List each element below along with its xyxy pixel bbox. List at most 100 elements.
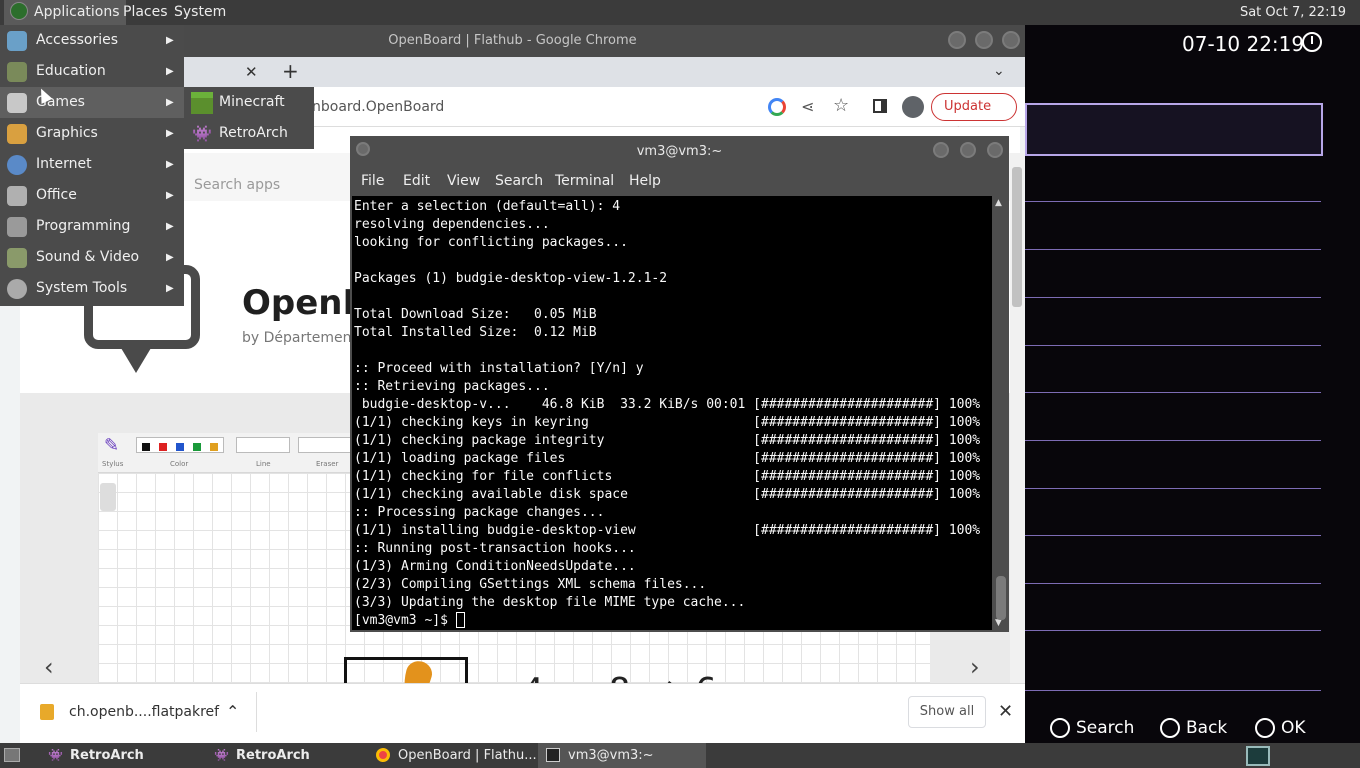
chrome-icon xyxy=(376,747,390,762)
minimize-button[interactable] xyxy=(948,31,966,49)
terminal-minimize-button[interactable] xyxy=(933,142,949,158)
programming-icon xyxy=(7,217,27,237)
retroarch-list-divider xyxy=(1025,440,1321,441)
tab-search-chevron-icon[interactable]: ⌄ xyxy=(993,63,1005,79)
taskbar-item-retroarch-2[interactable]: 👾 RetroArch xyxy=(206,743,318,768)
menu-item-programming[interactable]: Programming ▶ xyxy=(0,211,184,242)
terminal-menu-edit[interactable]: Edit xyxy=(403,173,430,189)
gamepad-button-icon xyxy=(1255,718,1275,738)
tab-close-icon[interactable]: ✕ xyxy=(245,63,258,81)
system-tools-icon xyxy=(7,279,27,299)
menu-item-sound-video[interactable]: Sound & Video ▶ xyxy=(0,242,184,273)
scroll-up-icon[interactable]: ▲ xyxy=(995,198,1002,208)
maximize-button[interactable] xyxy=(975,31,993,49)
update-button[interactable]: Update ⋮ xyxy=(931,93,1017,140)
terminal-menu-terminal[interactable]: Terminal xyxy=(555,173,614,189)
terminal-menu-view[interactable]: View xyxy=(447,173,480,189)
screenshot-side-handle xyxy=(100,483,116,511)
taskbar-item-chrome[interactable]: OpenBoard | Flathu... xyxy=(368,743,545,768)
google-lens-icon[interactable] xyxy=(768,98,786,116)
terminal-menu-search[interactable]: Search xyxy=(495,173,543,189)
color-swatch-red xyxy=(159,443,167,451)
color-label: Color xyxy=(170,460,189,468)
terminal-menu-button[interactable] xyxy=(356,142,370,156)
close-download-bar-icon[interactable]: ✕ xyxy=(998,701,1013,722)
retroarch-ok-hint[interactable]: OK xyxy=(1255,718,1306,738)
stylus-icon: ✎ xyxy=(104,435,120,456)
show-desktop-icon[interactable] xyxy=(4,748,20,762)
submenu-arrow-icon: ▶ xyxy=(166,283,174,294)
bookmark-star-icon[interactable]: ☆ xyxy=(833,95,849,116)
menu-item-games[interactable]: Games ▶ xyxy=(0,87,184,118)
stylus-label: Stylus xyxy=(102,460,124,468)
gamepad-button-icon xyxy=(1160,718,1180,738)
menu-item-education[interactable]: Education ▶ xyxy=(0,56,184,87)
retroarch-back-hint[interactable]: Back xyxy=(1160,718,1227,738)
profile-avatar[interactable] xyxy=(902,96,924,118)
terminal-maximize-button[interactable] xyxy=(960,142,976,158)
retroarch-list-divider xyxy=(1025,201,1321,202)
download-item[interactable]: ch.openb....flatpakref xyxy=(69,704,219,720)
retroarch-list-divider xyxy=(1025,392,1321,393)
system-menu[interactable]: System xyxy=(168,0,232,25)
workspace-switcher[interactable] xyxy=(1246,746,1270,766)
terminal-title-bar[interactable]: vm3@vm3:~ xyxy=(350,136,1009,167)
menu-item-office[interactable]: Office ▶ xyxy=(0,180,184,211)
line-label: Line xyxy=(256,460,271,468)
page-scrollbar-thumb[interactable] xyxy=(1012,167,1022,307)
taskbar-item-terminal[interactable]: vm3@vm3:~ xyxy=(538,743,706,768)
retroarch-list-divider xyxy=(1025,535,1321,536)
gamepad-button-icon xyxy=(1050,718,1070,738)
terminal-close-button[interactable] xyxy=(987,142,1003,158)
side-panel-icon[interactable] xyxy=(873,99,887,113)
terminal-scrollbar[interactable] xyxy=(993,196,1008,630)
file-icon xyxy=(40,704,54,720)
submenu-arrow-icon: ▶ xyxy=(166,221,174,232)
retroarch-search-hint[interactable]: Search xyxy=(1050,718,1134,738)
menu-item-graphics[interactable]: Graphics ▶ xyxy=(0,118,184,149)
search-apps-input[interactable]: Search apps xyxy=(194,177,280,193)
chevron-up-icon[interactable]: ⌃ xyxy=(226,702,239,721)
applications-dropdown: Accessories ▶ Education ▶ Games ▶ Graphics ▶… xyxy=(0,25,184,306)
education-icon xyxy=(7,62,27,82)
distro-logo-icon xyxy=(10,2,28,20)
new-tab-icon[interactable]: + xyxy=(282,59,299,83)
panel-clock[interactable]: Sat Oct 7, 22:19 xyxy=(1234,0,1352,25)
menu-item-internet[interactable]: Internet ▶ xyxy=(0,149,184,180)
submenu-arrow-icon: ▶ xyxy=(166,252,174,263)
menu-item-retroarch[interactable]: 👾 RetroArch xyxy=(184,118,314,149)
taskbar-item-retroarch[interactable]: 👾 RetroArch xyxy=(40,743,152,768)
retroarch-list-divider xyxy=(1025,630,1321,631)
terminal-scrollbar-thumb[interactable] xyxy=(996,576,1006,620)
retroarch-selected-entry[interactable] xyxy=(1025,103,1323,156)
terminal-cursor xyxy=(456,612,465,628)
eraser-label: Eraser xyxy=(316,460,339,468)
games-icon xyxy=(7,93,27,113)
close-button[interactable] xyxy=(1002,31,1020,49)
menu-item-system-tools[interactable]: System Tools ▶ xyxy=(0,273,184,304)
retroarch-list-divider xyxy=(1025,583,1321,584)
terminal-menu-help[interactable]: Help xyxy=(629,173,661,189)
places-menu[interactable]: Places xyxy=(117,0,174,25)
graphics-icon xyxy=(7,124,27,144)
retroarch-list-divider xyxy=(1025,690,1321,691)
menu-item-minecraft[interactable]: Minecraft xyxy=(184,87,314,118)
retroarch-icon: 👾 xyxy=(192,124,212,143)
address-bar[interactable]: nboard.OpenBoard xyxy=(312,99,444,115)
color-swatch-black xyxy=(142,443,150,451)
sound-video-icon xyxy=(7,248,27,268)
minecraft-icon xyxy=(191,92,213,114)
submenu-arrow-icon: ▶ xyxy=(166,97,174,108)
menu-item-accessories[interactable]: Accessories ▶ xyxy=(0,25,184,56)
submenu-arrow-icon: ▶ xyxy=(166,190,174,201)
carousel-prev-icon[interactable]: ‹ xyxy=(44,653,54,681)
carousel-next-icon[interactable]: › xyxy=(970,653,980,681)
share-icon[interactable]: ⋖ xyxy=(801,97,814,116)
retroarch-list-divider xyxy=(1025,297,1321,298)
clock-icon xyxy=(1302,32,1322,52)
show-all-button[interactable]: Show all xyxy=(908,696,986,728)
retroarch-clock: 07-10 22:19 xyxy=(1182,32,1305,56)
terminal-menu-file[interactable]: File xyxy=(361,173,384,189)
accessories-icon xyxy=(7,31,27,51)
applications-menu[interactable]: Applications xyxy=(4,0,126,25)
